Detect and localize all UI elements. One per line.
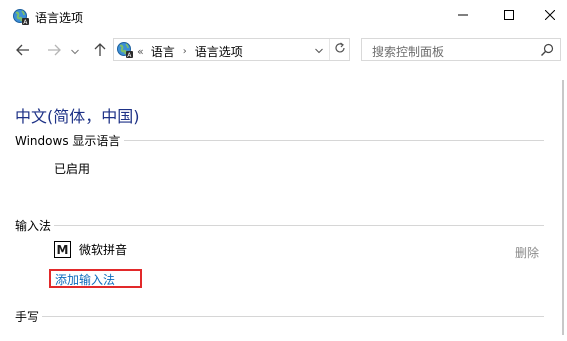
recent-locations-button[interactable] bbox=[67, 40, 83, 62]
breadcrumb: « 语言 › 语言选项 bbox=[137, 43, 243, 60]
address-bar[interactable]: A « 语言 › 语言选项 bbox=[113, 38, 350, 61]
maximize-icon bbox=[504, 9, 514, 23]
breadcrumb-item-language[interactable]: 语言 bbox=[151, 43, 175, 60]
display-language-status: 已启用 bbox=[54, 162, 91, 176]
refresh-icon bbox=[334, 42, 346, 57]
vertical-scrollbar[interactable] bbox=[558, 70, 567, 341]
microsoft-pinyin-icon: M bbox=[54, 241, 71, 258]
search-icon[interactable] bbox=[540, 43, 554, 57]
input-method-name: 微软拼音 bbox=[79, 243, 128, 257]
search-input[interactable]: 搜索控制面板 bbox=[372, 43, 444, 60]
arrow-left-icon bbox=[16, 44, 30, 59]
refresh-button[interactable] bbox=[329, 39, 350, 60]
close-icon bbox=[544, 9, 555, 23]
input-method-heading: 输入法 bbox=[15, 219, 52, 233]
window-title: 语言选项 bbox=[35, 11, 84, 25]
language-title: 中文(简体，中国) bbox=[15, 107, 140, 126]
title-bar: A 语言选项 bbox=[0, 0, 567, 32]
navigation-bar: A « 语言 › 语言选项 搜索控制面板 bbox=[0, 36, 567, 66]
arrow-right-icon bbox=[47, 44, 61, 59]
main-content: 中文(简体，中国) Windows 显示语言 已启用 输入法 M 微软拼音 删除… bbox=[0, 70, 567, 341]
arrow-up-icon bbox=[94, 42, 106, 60]
minimize-button[interactable] bbox=[440, 0, 486, 32]
breadcrumb-item-language-options[interactable]: 语言选项 bbox=[195, 43, 243, 60]
maximize-button[interactable] bbox=[486, 0, 532, 32]
section-divider bbox=[42, 316, 544, 317]
globe-control-panel-icon: A bbox=[116, 41, 134, 59]
breadcrumb-separator[interactable]: › bbox=[183, 46, 187, 57]
back-button[interactable] bbox=[12, 40, 34, 62]
scrollbar-thumb[interactable] bbox=[562, 80, 564, 335]
close-button[interactable] bbox=[532, 0, 567, 32]
remove-input-method-link[interactable]: 删除 bbox=[515, 244, 539, 261]
display-language-heading: Windows 显示语言 bbox=[15, 134, 121, 148]
handwriting-heading: 手写 bbox=[15, 310, 40, 324]
list-item: M 微软拼音 bbox=[54, 241, 127, 258]
minimize-icon bbox=[458, 9, 468, 23]
address-dropdown-button[interactable] bbox=[310, 39, 328, 60]
breadcrumb-overflow[interactable]: « bbox=[137, 45, 144, 58]
up-button[interactable] bbox=[89, 40, 111, 62]
forward-button[interactable] bbox=[43, 40, 65, 62]
section-divider bbox=[54, 225, 544, 226]
globe-control-panel-icon: A bbox=[12, 8, 30, 26]
search-box[interactable]: 搜索控制面板 bbox=[361, 38, 561, 61]
chevron-down-icon bbox=[315, 43, 323, 57]
section-divider bbox=[124, 140, 544, 141]
add-input-method-link[interactable]: 添加输入法 bbox=[55, 271, 115, 288]
chevron-down-icon bbox=[71, 44, 79, 58]
